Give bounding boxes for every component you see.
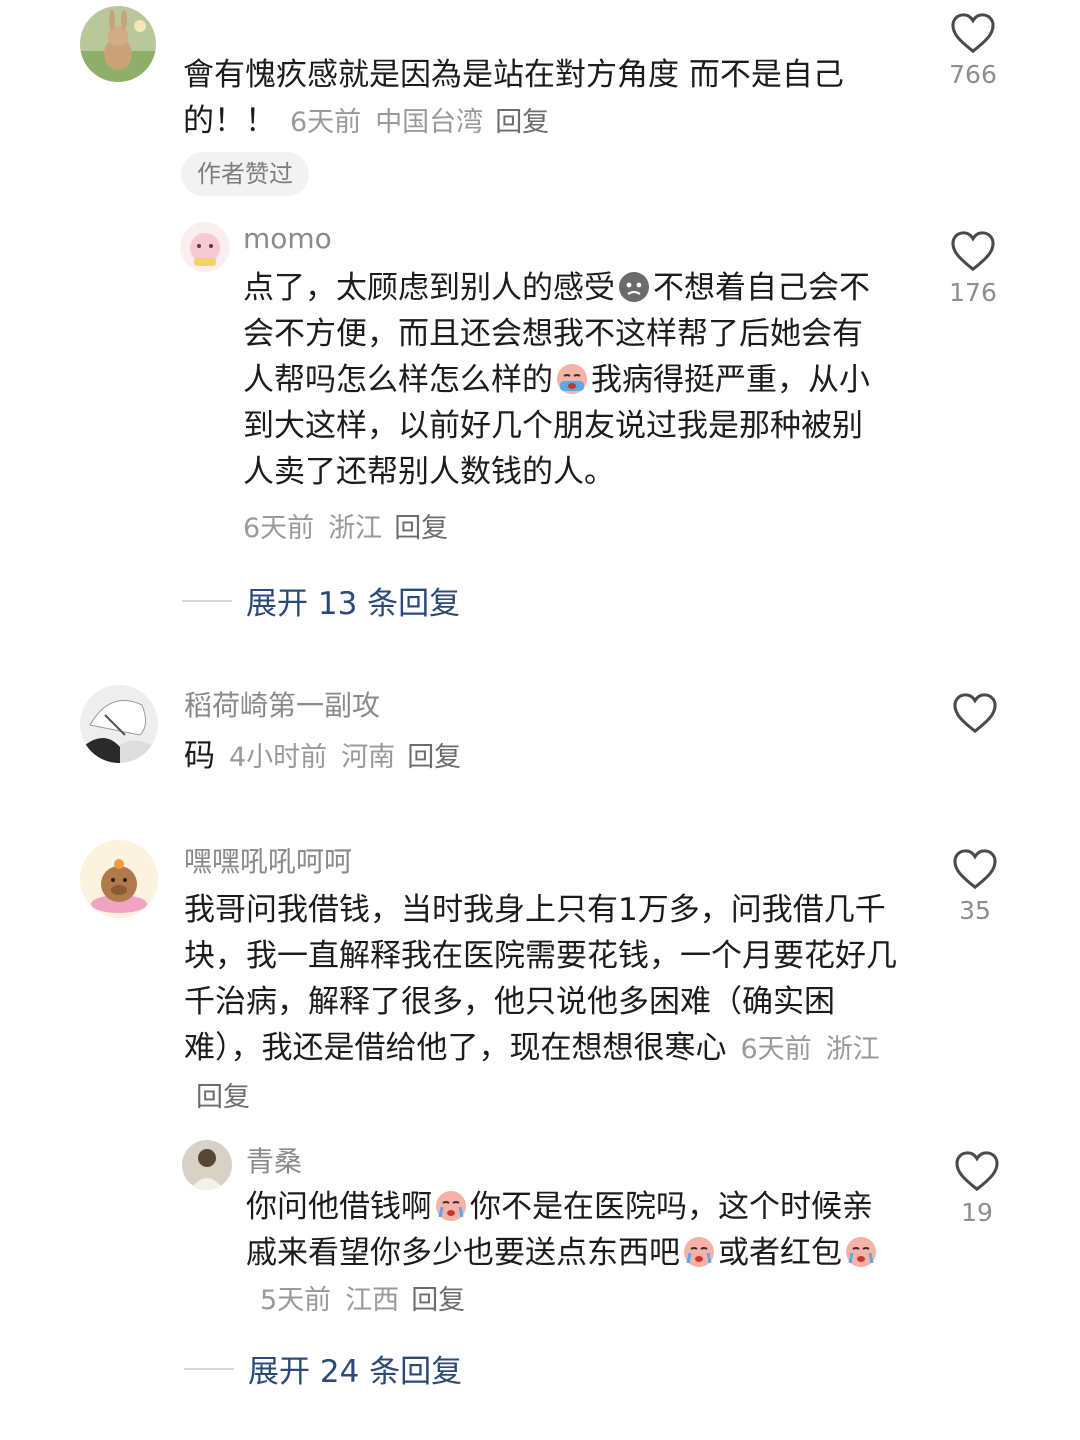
divider [184,1367,234,1370]
author-liked-badge: 作者赞过 [181,152,309,196]
comment-author[interactable]: 嘿嘿吼吼呵呵 [184,840,352,880]
comment-location: 浙江 [328,513,383,544]
comment-time: 6天前 [740,1034,812,1065]
person-photo-avatar-icon [182,1140,232,1190]
heart-icon [955,1151,999,1192]
capybara-avatar-icon [80,840,158,918]
reply-button[interactable]: 回复 [495,107,549,138]
like-count: 35 [959,896,991,925]
reply-button[interactable]: 回复 [394,513,448,544]
anime-character-avatar-icon [80,685,158,763]
comment-time: 5天前 [260,1285,332,1316]
crying-face-emoji-icon [436,1191,466,1221]
like-count: 19 [961,1198,993,1227]
crying-face-emoji-icon [684,1237,714,1267]
like-count: 766 [949,60,997,89]
avatar[interactable] [182,1140,232,1190]
comment-author[interactable]: 青桑 [246,1140,302,1180]
heart-icon [951,231,995,272]
expand-replies-button[interactable]: 展开 13 条回复 [182,578,460,623]
expand-replies-label: 展开 13 条回复 [246,586,461,622]
comment-time: 6天前 [290,107,362,138]
reply-text: 点了，太顾虑到别人的感受 不想着自己会不会不方便，而且还会想我不这样帮了后她会有人… [243,265,893,495]
avatar[interactable] [80,840,158,918]
like-count: 176 [949,278,997,307]
like-button[interactable] [940,692,1010,740]
avatar[interactable] [80,6,156,82]
comment-text: 會有愧疚感就是因為是站在對方角度 而不是自己的！！ 6天前 中国台湾 回复 [183,52,913,146]
comment-location: 中国台湾 [375,107,484,138]
reply-text-part: 或者红包 [718,1235,842,1271]
comment-time: 6天前 [243,513,315,544]
comment-time: 4小时前 [229,742,328,773]
heart-icon [951,13,995,54]
reply-button[interactable]: 回复 [407,742,461,773]
comment-author[interactable]: momo [243,222,332,255]
rabbit-avatar-icon [80,6,156,82]
divider [182,599,232,602]
crying-face-emoji-icon [557,364,587,394]
reply-text-part: 你问他借钱啊 [246,1189,432,1225]
pink-character-avatar-icon [180,222,230,272]
expand-replies-label: 展开 24 条回复 [248,1354,463,1390]
reply-text-part: 点了，太顾虑到别人的感受 [243,270,615,306]
comment-location: 浙江 [825,1034,880,1065]
avatar[interactable] [180,222,230,272]
like-button[interactable]: 176 [938,230,1008,307]
like-button[interactable]: 35 [940,848,1010,925]
heart-icon [953,849,997,890]
reply-meta: 6天前 浙江 回复 [229,506,448,545]
comment-body: 码 [184,738,215,774]
heart-icon [953,693,997,734]
avatar[interactable] [80,685,158,763]
comment-author[interactable]: 稻荷崎第一副攻 [184,684,380,724]
like-button[interactable]: 19 [942,1150,1012,1227]
reply-text: 你问他借钱啊 你不是在医院吗，这个时候亲戚来看望你多少也要送点东西吧 或者红包5天前… [246,1184,901,1324]
sad-face-emoji-icon [619,272,649,302]
expand-replies-button[interactable]: 展开 24 条回复 [184,1346,462,1391]
like-button[interactable]: 766 [938,12,1008,89]
comment-text: 我哥问我借钱，当时我身上只有1万多，问我借几千块，我一直解释我在医院需要花钱，一… [184,887,899,1121]
comment-location: 江西 [345,1285,400,1316]
comment-text: 码 4小时前 河南 回复 [184,733,884,781]
comment-location: 河南 [341,742,396,773]
reply-button[interactable]: 回复 [411,1285,465,1316]
crying-face-emoji-icon [846,1237,876,1267]
reply-button[interactable]: 回复 [196,1082,250,1113]
